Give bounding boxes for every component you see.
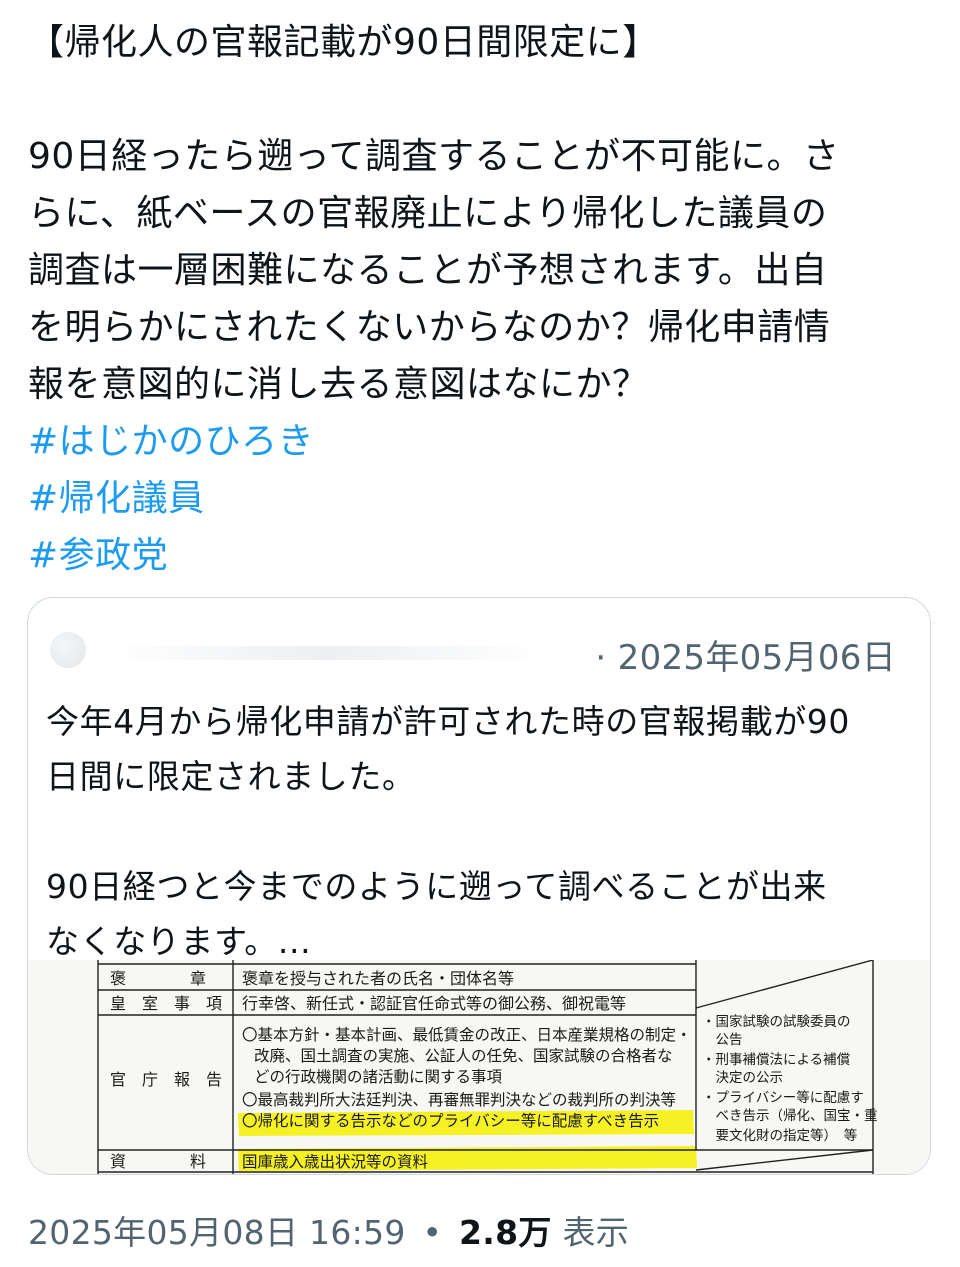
row-content: 〇帰化に関する告示などのプライバシー等に配慮すべき告示 — [242, 1112, 659, 1130]
row-content: 行幸啓、新任式・認証官任命式等の御公務、御祝電等 — [242, 994, 626, 1013]
tweet-line: らに、紙ベースの官報廃止により帰化した議員の — [28, 193, 828, 234]
row-label: 官 庁 報 告 — [110, 1070, 222, 1089]
row-label: 資 料 — [110, 1152, 206, 1171]
quote-line: 今年4月から帰化申請が許可された時の官報掲載が90 — [46, 702, 850, 741]
tweet-title: 【帰化人の官報記載が90日間限定に】 — [28, 22, 659, 63]
row-content: 改廃、国土調査の実施、公証人の任免、国家試験の合格者な — [254, 1047, 673, 1065]
tweet-meta: 2025年05月08日 16:59 • 2.8万 表示 — [28, 1206, 629, 1254]
quote-line: 日間に限定されました。 — [46, 757, 416, 796]
quote-header: · 2025年05月06日 — [46, 628, 906, 679]
quote-date[interactable]: · 2025年05月06日 — [595, 630, 896, 679]
avatar[interactable] — [50, 632, 86, 668]
side-note: べき告示（帰化、国宝・重 — [702, 1107, 878, 1124]
side-note: ・プライバシー等に配慮す — [702, 1089, 864, 1106]
separator-dot: • — [422, 1213, 443, 1252]
tweet-line: 調査は一層困難になることが予想されます。出自 — [28, 250, 828, 291]
row-content: 国庫歳入歳出状況等の資料 — [242, 1153, 428, 1171]
side-note: 要文化財の指定等） 等 — [702, 1127, 857, 1144]
hashtag-link[interactable]: #帰化議員 — [28, 470, 928, 527]
document-table: 褒 章 皇 室 事 項 官 庁 報 告 資 料 褒章を授与された者の氏名・団体名… — [97, 960, 878, 1174]
tweet-line: 90日経ったら遡って調査することが不可能に。さ — [28, 136, 840, 177]
side-note: ・刑事補償法による補償 — [702, 1052, 851, 1068]
tweet-text: 【帰化人の官報記載が90日間限定に】 90日経ったら遡って調査することが不可能に… — [28, 14, 928, 584]
side-note: 決定の公示 — [702, 1070, 783, 1086]
document-image[interactable]: 褒 章 皇 室 事 項 官 庁 報 告 資 料 褒章を授与された者の氏名・団体名… — [28, 960, 930, 1174]
row-content: 〇基本方針・基本計画、最低賃金の改正、日本産業規格の制定・ — [242, 1026, 692, 1044]
blurred-author-name — [106, 646, 546, 660]
quote-text: 今年4月から帰化申請が許可された時の官報掲載が90 日間に限定されました。 90… — [46, 694, 906, 969]
row-content: 〇最高裁判所大法廷判決、再審無罪判決などの裁判所の判決等 — [242, 1091, 676, 1109]
row-label: 褒 章 — [110, 969, 206, 988]
tweet-line: を明らかにされたくないからなのか？帰化申請情 — [28, 307, 831, 348]
side-note: ・国家試験の試験委員の — [702, 1013, 851, 1030]
quote-tweet-card[interactable]: · 2025年05月06日 今年4月から帰化申請が許可された時の官報掲載が90 … — [27, 597, 931, 1175]
tweet-timestamp[interactable]: 2025年05月08日 16:59 — [28, 1213, 406, 1252]
views-count: 2.8万 — [459, 1213, 552, 1252]
hashtag-link[interactable]: #参政党 — [28, 527, 928, 584]
quote-line: 90日経つと今までのように遡って調べることが出来 — [46, 867, 827, 906]
views-label: 表示 — [562, 1213, 630, 1252]
row-content: 褒章を授与された者の氏名・団体名等 — [242, 969, 514, 988]
row-content: どの行政機関の諸活動に関する事項 — [254, 1068, 503, 1086]
row-label: 皇 室 事 項 — [110, 994, 222, 1013]
side-note: 公告 — [702, 1032, 743, 1048]
tweet-line: 報を意図的に消し去る意図はなにか？ — [28, 364, 649, 405]
hashtag-link[interactable]: #はじかのひろき — [28, 413, 928, 470]
